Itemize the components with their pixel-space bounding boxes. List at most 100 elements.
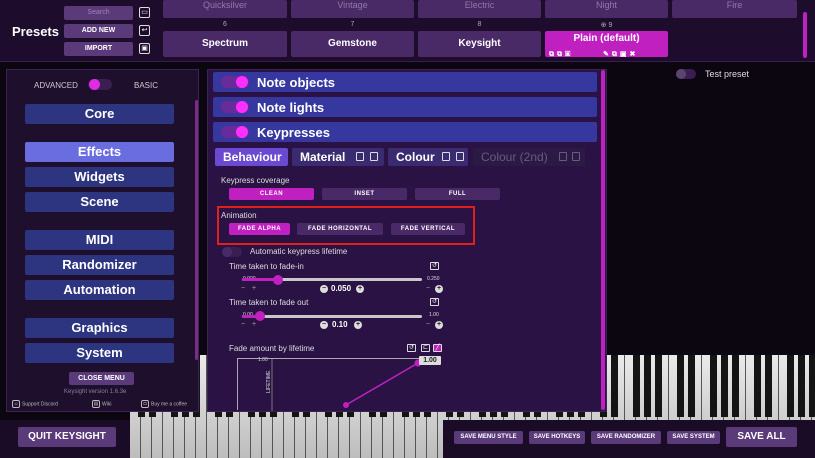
fade-in-max-increment[interactable]: + <box>435 285 443 293</box>
copy-icon[interactable]: ⧉ <box>612 51 620 58</box>
black-key <box>765 355 772 417</box>
test-preset-toggle[interactable] <box>676 69 696 79</box>
black-key <box>633 355 640 417</box>
auto-lifetime-toggle[interactable] <box>222 247 242 257</box>
edit-icon[interactable]: ✎ <box>603 51 612 58</box>
copy-icon[interactable] <box>442 152 450 161</box>
preset-electric[interactable]: Electric <box>418 0 541 18</box>
discord-icon: ☺ <box>12 400 20 408</box>
tab-colour[interactable]: Colour <box>388 148 468 166</box>
keypresses-toggle[interactable] <box>221 126 249 138</box>
section-keypresses[interactable]: Keypresses <box>213 122 597 142</box>
save-system-button[interactable]: SAVE SYSTEM <box>667 431 720 444</box>
coverage-clean-button[interactable]: CLEAN <box>229 188 314 200</box>
fade-out-value[interactable]: 0.10 <box>332 320 348 329</box>
reset-icon[interactable]: ↺ <box>430 298 439 306</box>
sidebar-item-graphics[interactable]: Graphics <box>25 318 174 338</box>
tab-label: Material <box>300 150 346 164</box>
fade-out-min-increment: + <box>251 321 257 328</box>
black-key <box>798 355 805 417</box>
fade-out-max-increment[interactable]: + <box>435 321 443 329</box>
delete-icon[interactable]: ✖ <box>630 51 639 58</box>
preset-actions: ⧉⧉▣ <box>549 47 573 62</box>
fade-out-increment[interactable]: + <box>354 321 362 329</box>
support-discord-link[interactable]: ☺ Support Discord <box>12 400 58 408</box>
sidebar-item-widgets[interactable]: Widgets <box>25 167 174 187</box>
quit-button[interactable]: QUIT KEYSIGHT <box>18 427 116 447</box>
preset-night[interactable]: Night <box>545 0 668 18</box>
close-menu-button[interactable]: CLOSE MENU <box>69 372 134 385</box>
import-button[interactable]: IMPORT <box>64 42 133 56</box>
paste-icon[interactable] <box>370 152 378 161</box>
presets-scrollbar[interactable] <box>803 12 807 58</box>
section-label: Note lights <box>257 100 325 115</box>
preset-keysight[interactable]: Keysight <box>418 31 541 57</box>
step-curve-icon[interactable]: ⊏ <box>421 344 430 352</box>
mode-toggle[interactable] <box>88 79 112 90</box>
sidebar-item-scene[interactable]: Scene <box>25 192 174 212</box>
tab-label: Colour <box>396 150 435 164</box>
save-menu-style-button[interactable]: SAVE MENU STYLE <box>454 431 523 444</box>
save-hotkeys-button[interactable]: SAVE HOTKEYS <box>529 431 585 444</box>
buy-coffee-link[interactable]: ◘ Buy me a coffee <box>141 400 187 408</box>
fade-out-max-decrement: − <box>425 321 431 328</box>
sidebar-item-effects[interactable]: Effects <box>25 142 174 162</box>
sidebar-scrollbar[interactable] <box>195 100 198 360</box>
graph-axis-label: LIFETIME <box>266 370 272 393</box>
section-note-objects[interactable]: Note objects <box>213 72 597 92</box>
fade-out-track[interactable] <box>242 315 422 318</box>
save-randomizer-button[interactable]: SAVE RANDOMIZER <box>591 431 661 444</box>
paste-icon[interactable]: ⧉ <box>557 51 565 58</box>
black-key <box>688 355 695 417</box>
reset-icon[interactable]: ↺ <box>407 344 416 352</box>
reset-icon[interactable]: ↺ <box>430 262 439 270</box>
sidebar-item-system[interactable]: System <box>25 343 174 363</box>
linear-curve-icon[interactable]: ╱ <box>433 344 442 352</box>
settings-scrollbar[interactable] <box>601 70 605 410</box>
save-icon[interactable]: ▣ <box>565 51 573 58</box>
fade-in-value[interactable]: 0.050 <box>331 284 351 293</box>
sidebar-item-randomizer[interactable]: Randomizer <box>25 255 174 275</box>
fade-out-handle[interactable] <box>255 311 265 321</box>
note-lights-toggle[interactable] <box>221 101 249 113</box>
save-icon[interactable]: ▣ <box>139 43 150 54</box>
save-all-button[interactable]: SAVE ALL <box>726 427 797 447</box>
tab-material[interactable]: Material <box>292 148 384 166</box>
copy-icon[interactable] <box>356 152 364 161</box>
import-icon[interactable]: ↩ <box>139 25 150 36</box>
coverage-full-button[interactable]: FULL <box>415 188 500 200</box>
black-key <box>754 355 761 417</box>
fade-out-decrement[interactable]: − <box>320 321 328 329</box>
folder-icon[interactable]: ▭ <box>139 7 150 18</box>
fade-in-handle[interactable] <box>273 275 283 285</box>
sidebar-item-automation[interactable]: Automation <box>25 280 174 300</box>
preset-gemstone[interactable]: Gemstone <box>291 31 414 57</box>
paste-icon[interactable] <box>456 152 464 161</box>
preset-plain-default[interactable]: Plain (default) ⧉⧉▣ ✎⧉▣✖ <box>545 31 668 58</box>
test-preset-label: Test preset <box>705 69 750 79</box>
fade-graph-label: Fade amount by lifetime <box>229 344 315 353</box>
note-objects-toggle[interactable] <box>221 76 249 88</box>
add-new-button[interactable]: ADD NEW <box>64 24 133 38</box>
preset-vintage[interactable]: Vintage <box>291 0 414 18</box>
search-input[interactable]: Search <box>64 6 133 20</box>
sidebar-item-midi[interactable]: MIDI <box>25 230 174 250</box>
tab-behaviour[interactable]: Behaviour <box>215 148 288 166</box>
preset-quicksilver[interactable]: Quicksilver <box>163 0 287 18</box>
save-icon[interactable]: ▣ <box>620 51 630 58</box>
copy-icon[interactable]: ⧉ <box>549 51 557 58</box>
fade-in-increment[interactable]: + <box>356 285 364 293</box>
coverage-inset-button[interactable]: INSET <box>322 188 407 200</box>
sidebar-item-core[interactable]: Core <box>25 104 174 124</box>
preset-fire[interactable]: Fire <box>672 0 797 18</box>
fade-in-decrement[interactable]: − <box>320 285 328 293</box>
animation-fade-horizontal-button[interactable]: FADE HORIZONTAL <box>297 223 383 235</box>
preset-spectrum[interactable]: Spectrum <box>163 31 287 57</box>
fade-graph[interactable]: LIFETIME <box>237 358 420 411</box>
animation-fade-vertical-button[interactable]: FADE VERTICAL <box>391 223 465 235</box>
wiki-link[interactable]: ▤ Wiki <box>92 400 111 408</box>
black-key <box>721 355 728 417</box>
black-key <box>787 355 794 417</box>
section-note-lights[interactable]: Note lights <box>213 97 597 117</box>
animation-fade-alpha-button[interactable]: FADE ALPHA <box>229 223 290 235</box>
